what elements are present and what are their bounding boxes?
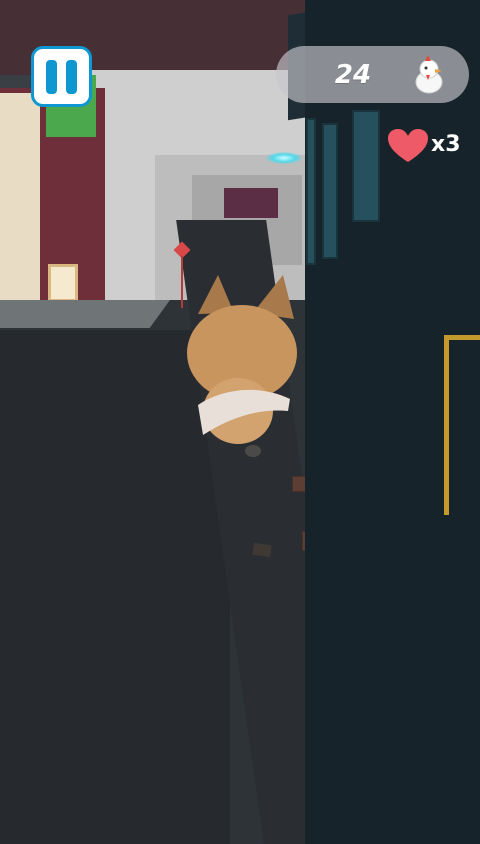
pause-icon [66,59,77,94]
lives-counter: x3 [431,132,461,157]
hud: 24 x3 [0,0,480,844]
game-screen: 24 x3 [0,0,480,844]
pause-button[interactable] [31,46,92,107]
score-counter: 24 [334,60,372,90]
pause-icon [46,59,57,94]
chicken-icon [415,55,443,94]
heart-icon [388,129,428,162]
